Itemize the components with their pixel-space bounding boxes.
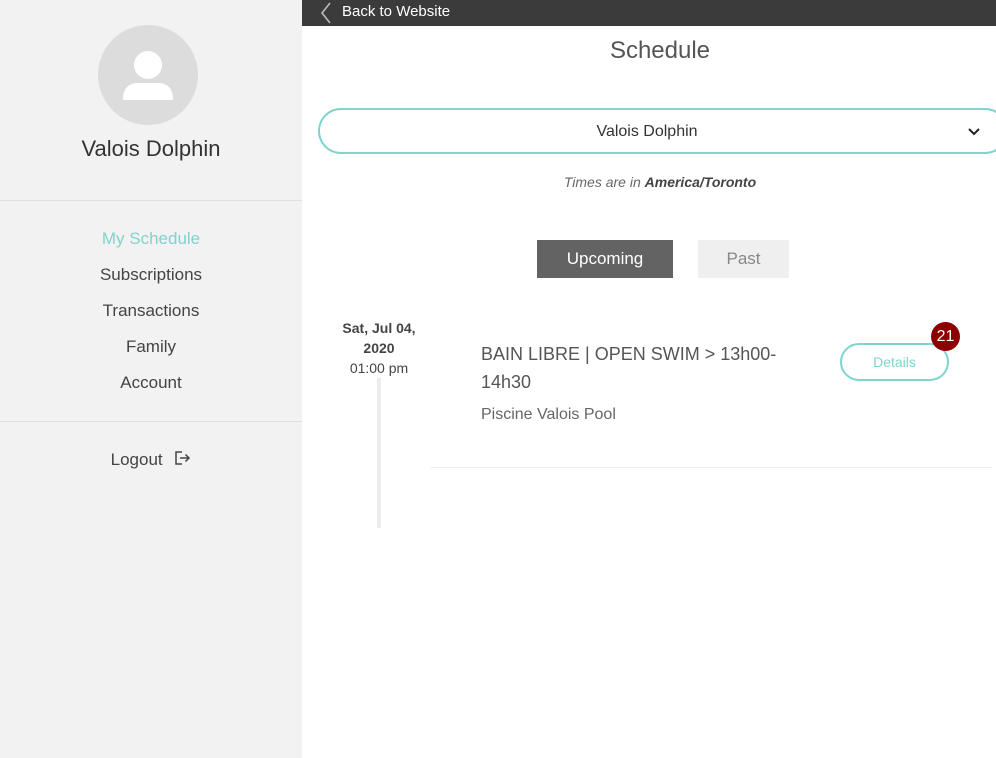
page-title: Schedule (609, 37, 711, 64)
back-to-website-link[interactable]: Back to Website (320, 0, 450, 26)
event-date: Sat, Jul 04, 2020 01:00 pm (330, 318, 428, 378)
timezone-value: America/Toronto (644, 174, 757, 190)
logout-button[interactable]: Logout (0, 449, 302, 472)
timeline-line (377, 378, 381, 528)
details-button[interactable]: Details (840, 343, 949, 381)
profile-name: Valois Dolphin (81, 136, 221, 161)
timezone-prefix: Times are in (563, 174, 641, 190)
tab-upcoming[interactable]: Upcoming (537, 240, 673, 278)
sidebar-nav: My Schedule Subscriptions Transactions F… (0, 227, 302, 407)
sidebar-item-my-schedule[interactable]: My Schedule (0, 227, 302, 263)
divider (0, 200, 302, 201)
back-label: Back to Website (342, 3, 451, 20)
sidebar-item-account[interactable]: Account (0, 371, 302, 407)
chevron-left-icon (320, 2, 331, 24)
sidebar-item-transactions[interactable]: Transactions (0, 299, 302, 335)
event-time: 01:00 pm (349, 360, 409, 376)
avatar (98, 25, 198, 125)
count-badge: 21 (931, 322, 960, 351)
sidebar-item-family[interactable]: Family (0, 335, 302, 371)
top-bar: Back to Website (302, 0, 996, 26)
event-date-day: Sat, Jul 04, (342, 320, 416, 336)
member-select[interactable]: Valois Dolphin (318, 108, 996, 154)
member-select-value: Valois Dolphin (596, 123, 698, 140)
user-icon (123, 51, 173, 100)
event-date-year: 2020 (363, 340, 395, 356)
sidebar: Valois Dolphin My Schedule Subscriptions… (0, 0, 302, 758)
timezone-note: Times are in America/Toronto (302, 174, 996, 190)
event-location: Piscine Valois Pool (481, 406, 616, 423)
divider (0, 421, 302, 422)
sidebar-item-subscriptions[interactable]: Subscriptions (0, 263, 302, 299)
logout-icon (173, 449, 191, 472)
tab-past[interactable]: Past (698, 240, 789, 278)
chevron-down-icon (968, 128, 980, 136)
divider (430, 467, 992, 468)
event-title: BAIN LIBRE | OPEN SWIM > 13h00-14h30 (481, 344, 777, 392)
logout-label: Logout (110, 449, 163, 469)
